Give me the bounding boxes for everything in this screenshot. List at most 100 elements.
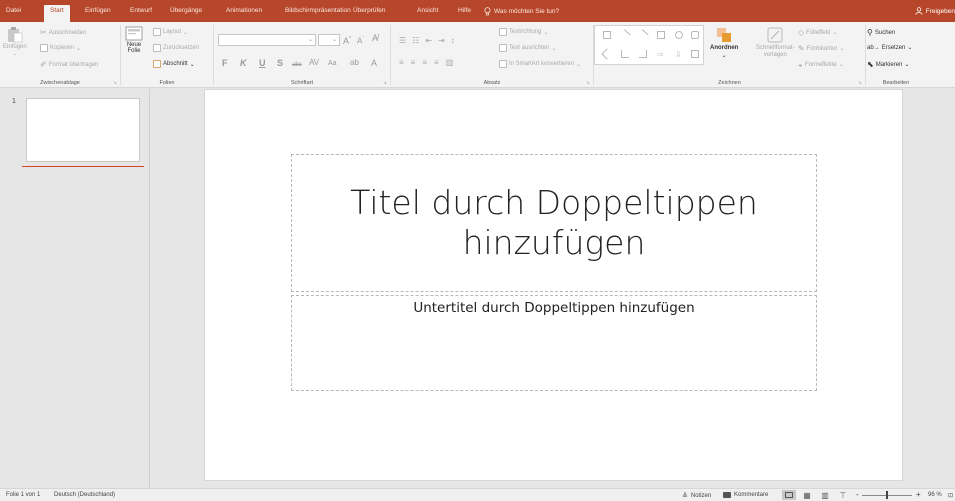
select-button[interactable]: ⬉ Markieren ⌄: [867, 60, 909, 69]
shadow-button[interactable]: S: [277, 58, 283, 68]
dialog-launcher-icon[interactable]: ↘: [858, 80, 862, 86]
dialog-launcher-icon[interactable]: ↘: [383, 80, 387, 86]
decrease-indent-icon[interactable]: ⇤: [425, 36, 432, 45]
shape-effects-button[interactable]: ◒ Formeffekte ⌄: [798, 60, 844, 69]
character-spacing-icon[interactable]: AV: [309, 58, 319, 68]
layout-button[interactable]: Layout ⌄: [153, 28, 188, 36]
align-right-icon[interactable]: ≡: [422, 58, 427, 67]
smartart-icon: [499, 60, 507, 68]
format-painter-button[interactable]: ✐ Format übertragen: [40, 60, 98, 69]
clipboard-group-label: Zwischenablage: [40, 80, 80, 86]
fit-slide-icon[interactable]: ⊡: [948, 492, 953, 499]
tab-datei[interactable]: Datei: [6, 6, 21, 22]
new-slide-label-2: Folie: [127, 48, 141, 54]
dialog-launcher-icon[interactable]: ↘: [586, 80, 590, 86]
effects-icon: ◒: [798, 60, 803, 69]
numbering-icon[interactable]: ☷: [412, 36, 419, 45]
align-center-icon[interactable]: ≡: [411, 58, 416, 67]
new-slide-button[interactable]: Neue Folie: [125, 26, 143, 54]
italic-button[interactable]: K: [240, 58, 247, 68]
text-direction-button[interactable]: Textrichtung ⌄: [499, 28, 548, 36]
shape-outline-button[interactable]: ✎ Formkontur ⌄: [798, 44, 844, 53]
font-name-combo[interactable]: ⌄: [218, 34, 316, 46]
zoom-level[interactable]: 96 %: [928, 492, 942, 498]
cut-button[interactable]: ✂ Ausschneiden: [40, 28, 86, 37]
align-controls: ≡ ≡ ≡ ≡ ▥: [399, 58, 453, 67]
increase-indent-icon[interactable]: ⇥: [438, 36, 445, 45]
layout-label: Layout: [163, 29, 182, 35]
tab-start[interactable]: Start: [44, 5, 70, 22]
paste-icon: [7, 27, 23, 43]
quick-styles-icon: [767, 27, 783, 43]
section-button[interactable]: Abschnitt ⌄: [153, 60, 195, 68]
notes-button[interactable]: ≜ Notizen: [682, 492, 711, 500]
zoom-slider-thumb[interactable]: [886, 491, 888, 499]
thumbnail-pane: 1: [0, 89, 150, 488]
bullets-icon[interactable]: ☰: [399, 36, 406, 45]
dialog-launcher-icon[interactable]: ↘: [113, 80, 117, 86]
tab-einfügen[interactable]: Einfügen: [85, 6, 111, 22]
slide-thumbnail[interactable]: [26, 98, 140, 162]
font-size-combo[interactable]: ⌄: [318, 34, 340, 46]
layout-icon: [153, 28, 161, 36]
sorter-view-button[interactable]: ▦: [800, 490, 814, 500]
subtitle-text: Untertitel durch Doppeltippen hinzufügen: [413, 300, 695, 316]
arrange-button[interactable]: Anordnen ⌄: [710, 26, 738, 59]
normal-view-button[interactable]: [782, 490, 796, 500]
find-button[interactable]: ⚲ Suchen: [867, 28, 895, 37]
tab-entwurf[interactable]: Entwurf: [130, 6, 152, 22]
bold-button[interactable]: F: [222, 58, 228, 68]
status-bar: Folie 1 von 1 Deutsch (Deutschland) ≜ Not…: [0, 488, 955, 501]
align-left-icon[interactable]: ≡: [399, 58, 404, 67]
pen-icon: ✎: [798, 44, 805, 53]
section-icon: [153, 60, 161, 68]
zoom-in-button[interactable]: +: [916, 490, 921, 499]
notes-label: Notizen: [690, 493, 712, 499]
highlight-icon[interactable]: ab: [350, 58, 359, 68]
replace-button[interactable]: ab→ Ersetzen ⌄: [867, 44, 912, 52]
copy-button[interactable]: Kopieren ⌄: [40, 44, 81, 52]
reading-view-button[interactable]: ▥: [818, 490, 832, 500]
vertical-scrollbar[interactable]: [945, 89, 955, 488]
comments-button[interactable]: Kommentare: [723, 492, 768, 498]
shrink-font-icon[interactable]: Aˇ: [357, 34, 364, 47]
title-placeholder[interactable]: Titel durch Doppeltippen hinzufügen: [291, 154, 817, 292]
chevron-down-icon: ⌄: [307, 37, 313, 43]
line-spacing-icon[interactable]: ↕: [451, 36, 455, 45]
slideshow-button[interactable]: ⊤: [836, 490, 850, 500]
tab-bildschirmpräsentation[interactable]: Bildschirmpräsentation: [285, 6, 351, 22]
justify-icon[interactable]: ≡: [434, 58, 439, 67]
subtitle-placeholder[interactable]: Untertitel durch Doppeltippen hinzufügen: [291, 295, 817, 391]
copy-dropdown-icon[interactable]: ⌄: [76, 45, 81, 52]
paste-button[interactable]: Einfügen ⌄: [3, 26, 27, 57]
tab-animationen[interactable]: Animationen: [226, 6, 262, 22]
font-color-icon[interactable]: A: [371, 58, 377, 68]
smartart-button[interactable]: In SmartArt konvertieren ⌄: [499, 60, 581, 68]
strikethrough-icon[interactable]: abc: [292, 60, 302, 70]
change-case-icon[interactable]: Aa: [328, 59, 337, 69]
search-icon: ⚲: [867, 28, 873, 37]
tab-hilfe[interactable]: Hilfe: [458, 6, 471, 22]
reset-button[interactable]: Zurücksetzen: [153, 44, 199, 52]
columns-icon[interactable]: ▥: [446, 58, 454, 67]
shape-fill-button[interactable]: ◇ Fülleffekt ⌄: [798, 28, 837, 37]
quick-styles-button[interactable]: Schnellformat- vorlagen: [756, 26, 795, 58]
zoom-out-button[interactable]: -: [856, 490, 859, 499]
paste-dropdown-icon[interactable]: ⌄: [13, 51, 17, 57]
tab-überprüfen[interactable]: Überprüfen: [353, 6, 386, 22]
book-icon: ▥: [821, 490, 829, 500]
tell-me-search[interactable]: Was möchten Sie tun?: [484, 7, 559, 16]
copy-icon: [40, 44, 48, 52]
underline-button[interactable]: U: [259, 58, 266, 68]
slides-group-label: Folien: [159, 80, 175, 86]
clear-formatting-icon[interactable]: A̸: [372, 33, 378, 43]
font-group-label: Schriftart: [290, 80, 313, 86]
ribbon: Einfügen ⌄ ✂ Ausschneiden Kopieren ⌄ ✐ Form…: [0, 22, 955, 88]
align-text-button[interactable]: Text ausrichten ⌄: [499, 44, 556, 52]
tab-ansicht[interactable]: Ansicht: [417, 6, 438, 22]
share-button[interactable]: Freigeben: [915, 7, 955, 15]
language-indicator[interactable]: Deutsch (Deutschland): [54, 492, 115, 498]
grow-font-icon[interactable]: A^: [343, 34, 351, 46]
tab-übergänge[interactable]: Übergänge: [170, 6, 202, 22]
new-slide-icon: [125, 26, 143, 41]
